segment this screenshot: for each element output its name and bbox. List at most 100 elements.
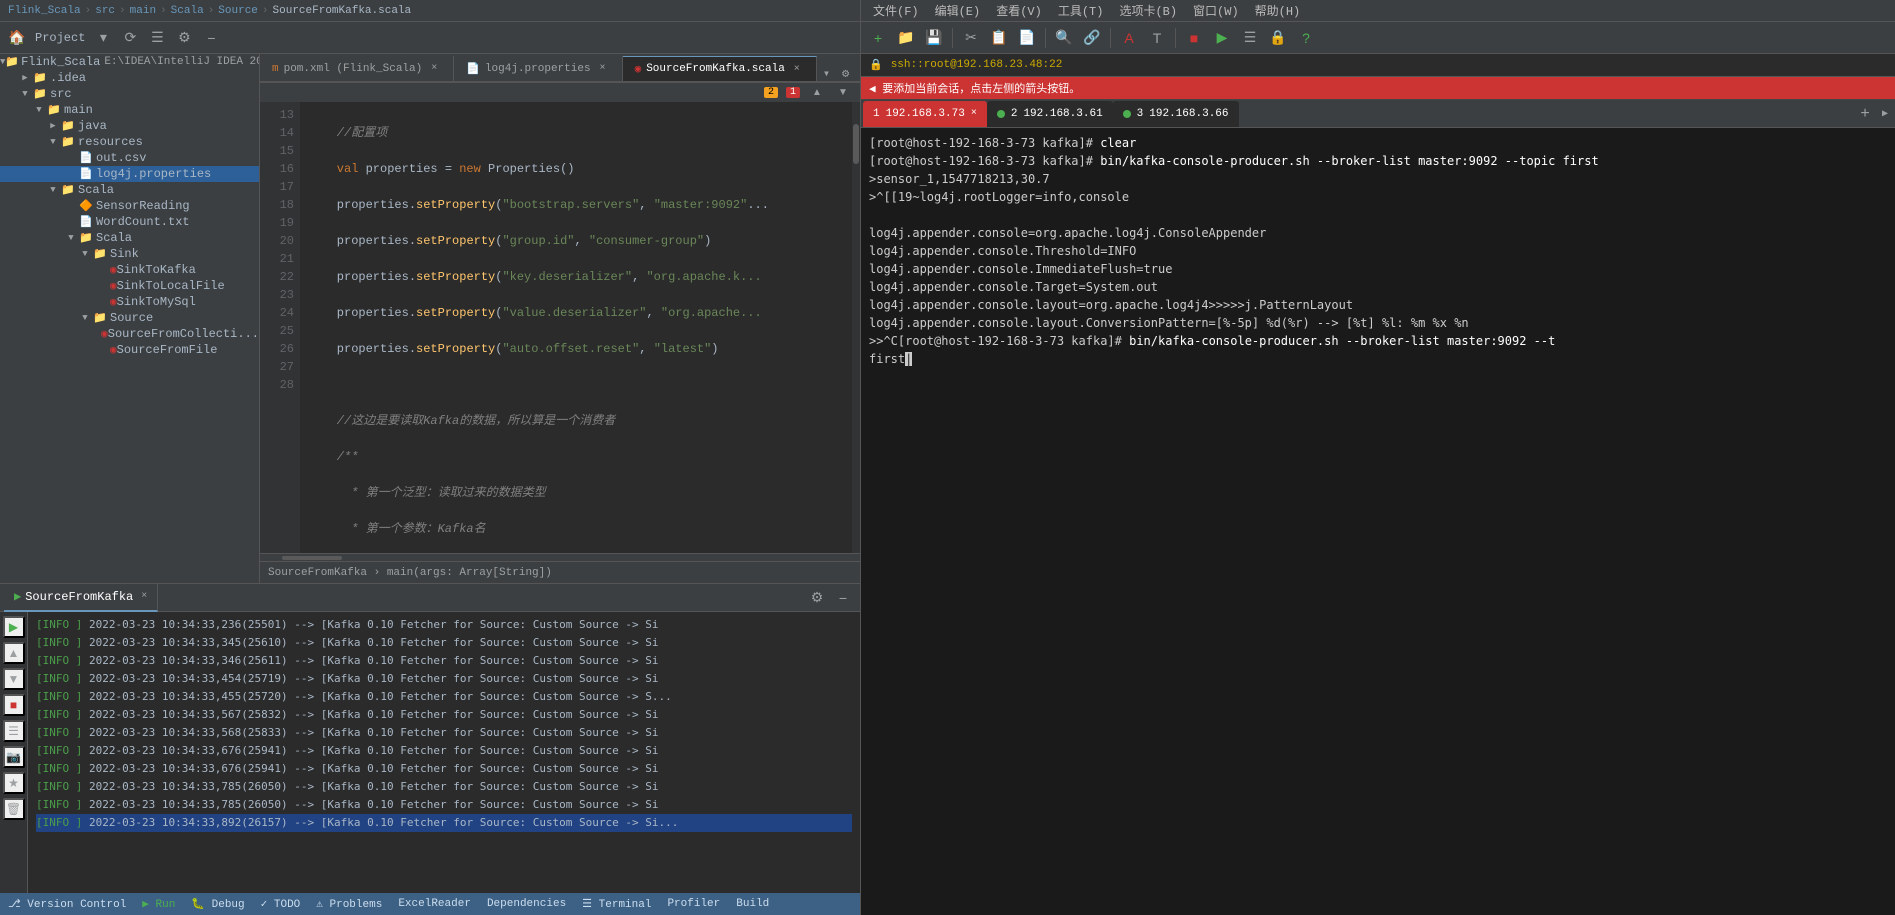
breadcrumb-item[interactable]: Flink_Scala <box>8 5 81 17</box>
run-star-btn[interactable]: ★ <box>3 772 25 794</box>
term-search-btn[interactable]: 🔍 <box>1051 26 1077 50</box>
tree-item-sink[interactable]: ▼ 📁 Sink <box>0 246 259 262</box>
term-font-btn[interactable]: T <box>1144 26 1170 50</box>
tab-close-btn[interactable]: × <box>427 62 441 76</box>
folder-icon: 📁 <box>92 311 108 325</box>
scala-file-icon: ◉ <box>635 62 642 76</box>
run-play-btn[interactable]: ▶ <box>3 616 25 638</box>
tab-sourcefromkafka[interactable]: ◉ SourceFromKafka.scala × <box>623 56 817 81</box>
tree-item-main[interactable]: ▼ 📁 main <box>0 102 259 118</box>
term-cut-btn[interactable]: ✂ <box>958 26 984 50</box>
tree-item-sinktokafka[interactable]: ◉ SinkToKafka <box>0 262 259 278</box>
minimize-btn[interactable]: − <box>198 26 224 50</box>
status-dependencies[interactable]: Dependencies <box>487 898 566 910</box>
tab-close-btn[interactable]: × <box>790 62 804 76</box>
project-icon[interactable]: 🏠 <box>4 26 30 50</box>
tree-item-sensorreading[interactable]: 🔶 SensorReading <box>0 198 259 214</box>
breadcrumb-item[interactable]: Source <box>218 5 258 17</box>
editor-scrollbar[interactable] <box>852 102 860 553</box>
menu-help[interactable]: 帮助(H) <box>1247 0 1309 21</box>
tree-item-src[interactable]: ▼ 📁 src <box>0 86 259 102</box>
term-list-btn[interactable]: ☰ <box>1237 26 1263 50</box>
code-content[interactable]: //配置项 val properties = new Properties() … <box>300 102 852 553</box>
tree-item-sourcefromfile[interactable]: ◉ SourceFromFile <box>0 342 259 358</box>
warning-down-btn[interactable]: ▼ <box>834 84 852 102</box>
term-stop-btn[interactable]: ■ <box>1181 26 1207 50</box>
toolbar-separator <box>1110 28 1111 48</box>
tree-item-source[interactable]: ▼ 📁 Source <box>0 310 259 326</box>
settings-icon[interactable]: ⚙ <box>171 26 197 50</box>
breadcrumb-item[interactable]: Scala <box>171 5 204 17</box>
status-version-control[interactable]: ⎇ Version Control <box>8 897 126 911</box>
terminal-tab-3[interactable]: 3 192.168.3.66 <box>1113 101 1239 127</box>
breadcrumb-item[interactable]: main <box>130 5 156 17</box>
nav-btn1[interactable]: ⟳ <box>117 26 143 50</box>
tab-close-btn[interactable]: × <box>596 62 610 76</box>
breadcrumb-item[interactable]: src <box>95 5 115 17</box>
editor-hscrollbar[interactable] <box>260 553 860 561</box>
code-editor[interactable]: 131415161718 192021222324 25262728 //配置项… <box>260 102 860 561</box>
term-paste-btn[interactable]: 📄 <box>1014 26 1040 50</box>
menu-edit[interactable]: 编辑(E) <box>927 0 989 21</box>
nav-btn2[interactable]: ☰ <box>144 26 170 50</box>
menu-file[interactable]: 文件(F) <box>865 0 927 21</box>
status-profiler[interactable]: Profiler <box>667 898 720 910</box>
tree-item-sinktolocalfile[interactable]: ◉ SinkToLocalFile <box>0 278 259 294</box>
tree-item-scala2[interactable]: ▼ 📁 Scala <box>0 230 259 246</box>
tab-settings-btn[interactable]: ⚙ <box>836 66 855 81</box>
run-minimize-btn[interactable]: − <box>830 586 856 610</box>
tree-item-idea[interactable]: ▶ 📁 .idea <box>0 70 259 86</box>
menu-tabs[interactable]: 选项卡(B) <box>1111 0 1185 21</box>
tree-item-outcsv[interactable]: 📄 out.csv <box>0 150 259 166</box>
tree-item-sourcefromcollection[interactable]: ◉ SourceFromCollecti... <box>0 326 259 342</box>
terminal-scroll-right[interactable]: ▶ <box>1877 100 1893 128</box>
status-terminal[interactable]: ☰ Terminal <box>582 897 651 911</box>
terminal-add-tab-btn[interactable]: + <box>1853 102 1877 126</box>
menu-window[interactable]: 窗口(W) <box>1185 0 1247 21</box>
term-lock-btn[interactable]: 🔒 <box>1265 26 1291 50</box>
tab-close[interactable]: × <box>971 108 977 119</box>
tab-more-btn[interactable]: ▾ <box>817 66 836 81</box>
status-problems[interactable]: ⚠ Problems <box>316 897 382 911</box>
term-folder-btn[interactable]: 📁 <box>893 26 919 50</box>
run-tab-close[interactable]: × <box>141 591 147 602</box>
term-save-btn[interactable]: 💾 <box>921 26 947 50</box>
tree-item-wordcount[interactable]: 📄 WordCount.txt <box>0 214 259 230</box>
status-todo[interactable]: ✓ TODO <box>261 897 301 911</box>
tree-item-project[interactable]: ▼ 📁 Flink_Scala E:\IDEA\IntelliJ IDEA 20… <box>0 54 259 70</box>
tree-item-log4j[interactable]: 📄 log4j.properties <box>0 166 259 182</box>
tree-item-resources[interactable]: ▼ 📁 resources <box>0 134 259 150</box>
warning-up-btn[interactable]: ▲ <box>808 84 826 102</box>
term-play-btn[interactable]: ▶ <box>1209 26 1235 50</box>
run-settings-btn[interactable]: ⚙ <box>804 586 830 610</box>
terminal-output[interactable]: [root@host-192-168-3-73 kafka]# clear [r… <box>861 128 1895 915</box>
term-color-btn[interactable]: A <box>1116 26 1142 50</box>
run-step-down-btn[interactable]: ▼ <box>3 668 25 690</box>
status-excelreader[interactable]: ExcelReader <box>398 898 471 910</box>
run-stop-btn[interactable]: ■ <box>3 694 25 716</box>
term-help-btn[interactable]: ? <box>1293 26 1319 50</box>
terminal-tab-2[interactable]: 2 192.168.3.61 <box>987 101 1113 127</box>
log-line: [INFO ] 2022-03-23 10:34:33,785(26050) -… <box>36 778 852 796</box>
status-debug[interactable]: 🐛 Debug <box>191 897 244 911</box>
status-run[interactable]: ▶ Run <box>142 897 175 911</box>
run-step-up-btn[interactable]: ▲ <box>3 642 25 664</box>
menu-view[interactable]: 查看(V) <box>988 0 1050 21</box>
tab-log4j[interactable]: 📄 log4j.properties × <box>454 56 622 81</box>
menu-tools[interactable]: 工具(T) <box>1050 0 1112 21</box>
run-camera-btn[interactable]: 📷 <box>3 746 25 768</box>
tree-item-sinktomysql[interactable]: ◉ SinkToMySql <box>0 294 259 310</box>
status-build[interactable]: Build <box>736 898 769 910</box>
tab-pom[interactable]: m pom.xml (Flink_Scala) × <box>260 56 454 81</box>
tree-item-scala-folder[interactable]: ▼ 📁 Scala <box>0 182 259 198</box>
tree-item-java[interactable]: ▶ 📁 java <box>0 118 259 134</box>
term-copy-btn[interactable]: 📋 <box>986 26 1012 50</box>
run-list-btn[interactable]: ☰ <box>3 720 25 742</box>
terminal-tab-1[interactable]: 1 192.168.3.73 × <box>863 101 987 127</box>
project-label[interactable]: Project <box>31 31 89 45</box>
run-trash-btn[interactable]: 🗑 <box>3 798 25 820</box>
term-link-btn[interactable]: 🔗 <box>1079 26 1105 50</box>
dropdown-btn[interactable]: ▾ <box>90 26 116 50</box>
term-new-btn[interactable]: + <box>865 26 891 50</box>
run-tab[interactable]: ▶ SourceFromKafka × <box>4 584 158 612</box>
